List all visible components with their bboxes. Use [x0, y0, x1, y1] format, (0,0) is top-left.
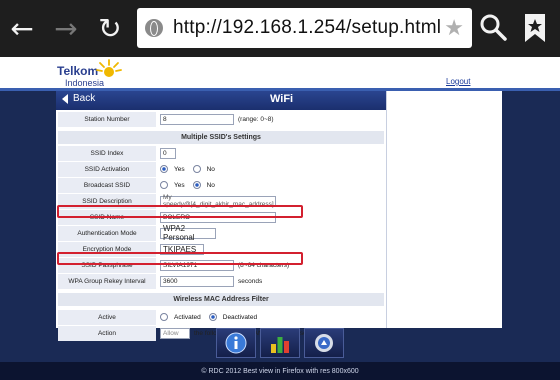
- back-arrow-icon[interactable]: ←: [0, 0, 44, 57]
- sun-logo-icon: [96, 59, 122, 77]
- star-icon[interactable]: ★: [444, 15, 464, 41]
- info-icon: [225, 332, 247, 354]
- gear-icon: [315, 334, 333, 352]
- section-mac-filter: Wireless MAC Address Filter: [58, 293, 384, 306]
- address-bar[interactable]: http://192.168.1.254/setup.html ★: [137, 8, 472, 48]
- footer: © RDC 2012 Best view in Firefox with res…: [0, 362, 560, 380]
- logo-sub: Indonesia: [65, 78, 105, 88]
- deactivated-label: Deactivated: [222, 313, 258, 321]
- settings-button[interactable]: [304, 328, 344, 358]
- reload-icon[interactable]: ↻: [88, 0, 132, 57]
- action-select[interactable]: Allow: [160, 327, 190, 339]
- url-text: http://192.168.1.254/setup.html: [173, 17, 442, 38]
- ssid-index-row: SSID Index 0: [58, 145, 384, 161]
- broadcast-ssid-no-label: No: [206, 181, 215, 189]
- logout-link[interactable]: Logout: [446, 77, 470, 86]
- ssid-activation-row: SSID Activation Yes No: [58, 161, 384, 177]
- action-label: Action: [58, 325, 156, 341]
- search-icon[interactable]: [478, 12, 508, 42]
- ssid-activation-yes-label: Yes: [174, 165, 185, 173]
- activated-radio[interactable]: [160, 313, 168, 321]
- info-button[interactable]: [216, 328, 256, 358]
- station-number-input[interactable]: 8: [160, 113, 234, 125]
- forward-arrow-icon[interactable]: →: [44, 0, 88, 57]
- broadcast-ssid-label: Broadcast SSID: [58, 177, 156, 193]
- auth-mode-row: Authentication Mode WPA2 Personal: [58, 224, 384, 242]
- statistics-button[interactable]: [260, 328, 300, 358]
- rekey-interval-unit: seconds: [238, 277, 263, 285]
- bookmark-icon[interactable]: [520, 12, 550, 44]
- bar-chart-icon: [271, 337, 289, 353]
- station-number-hint: (range: 0~8): [238, 115, 274, 123]
- ssid-name-highlight: [57, 205, 303, 218]
- ssid-passphrase-highlight: [57, 252, 303, 265]
- ssid-index-input[interactable]: 0: [160, 147, 176, 159]
- back-button[interactable]: Back: [62, 93, 95, 104]
- broadcast-ssid-yes-label: Yes: [174, 181, 185, 189]
- logo-name: Telkom: [57, 64, 99, 78]
- side-panel: [386, 91, 502, 328]
- globe-icon: [145, 19, 163, 37]
- active-row: Active Activated Deactivated: [58, 309, 384, 325]
- ssid-activation-no-label: No: [206, 165, 215, 173]
- auth-mode-select[interactable]: WPA2 Personal: [160, 224, 216, 242]
- station-number-label: Station Number: [58, 111, 156, 127]
- ssid-activation-label: SSID Activation: [58, 161, 156, 177]
- broadcast-ssid-row: Broadcast SSID Yes No: [58, 177, 384, 193]
- title-bar: [56, 91, 386, 110]
- page-title: WiFi: [270, 93, 294, 105]
- rekey-interval-row: WPA Group Rekey Interval 3600 seconds: [58, 273, 384, 289]
- ssid-index-label: SSID Index: [58, 145, 156, 161]
- rekey-interval-input[interactable]: 3600: [160, 275, 234, 287]
- broadcast-ssid-no-radio[interactable]: [192, 181, 201, 189]
- deactivated-radio[interactable]: [208, 313, 217, 321]
- ssid-activation-no-radio[interactable]: [192, 165, 201, 173]
- active-label: Active: [58, 309, 156, 325]
- bottom-toolbar: [216, 328, 346, 360]
- back-triangle-icon: [62, 93, 68, 104]
- back-label: Back: [73, 93, 96, 104]
- activated-label: Activated: [174, 313, 201, 321]
- section-multiple-ssid: Multiple SSID's Settings: [58, 131, 384, 144]
- station-number-row: Station Number 8 (range: 0~8): [58, 111, 384, 127]
- ssid-activation-yes-radio[interactable]: [160, 165, 168, 173]
- rekey-interval-label: WPA Group Rekey Interval: [58, 273, 156, 289]
- auth-mode-label: Authentication Mode: [58, 225, 156, 241]
- broadcast-ssid-yes-radio[interactable]: [160, 181, 168, 189]
